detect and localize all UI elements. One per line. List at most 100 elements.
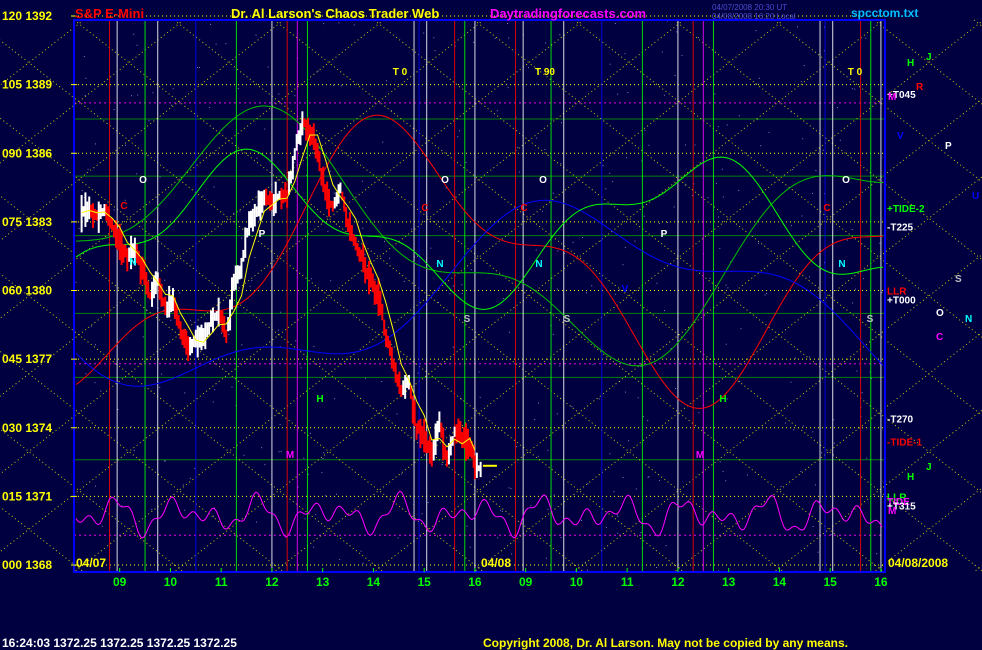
background-dot: [717, 126, 719, 128]
background-dot: [507, 23, 508, 24]
background-dot: [83, 56, 85, 58]
background-dot: [210, 23, 212, 25]
date-label-end: 04/08/2008: [888, 556, 948, 570]
y-axis-label: 075 1383: [2, 215, 52, 229]
background-dot: [622, 477, 624, 478]
y-axis-label: 105 1389: [2, 78, 52, 92]
background-dot: [353, 24, 355, 26]
background-dot: [163, 460, 165, 462]
background-dot: [300, 367, 302, 369]
background-dot: [642, 416, 644, 418]
background-dot: [852, 88, 854, 90]
background-dot: [530, 505, 532, 507]
background-dot: [856, 370, 858, 372]
right-marker-label: -TIDE-1: [887, 437, 922, 448]
background-dot: [214, 389, 216, 391]
background-dot: [417, 372, 419, 374]
chart-letter: N: [436, 259, 443, 270]
background-dot: [184, 392, 186, 394]
background-dot: [715, 182, 717, 184]
background-dot: [278, 451, 280, 453]
background-dot: [215, 43, 217, 45]
chart-letter: T 90: [535, 67, 555, 78]
background-dot: [876, 553, 878, 555]
filename-label: spcctom.txt: [851, 6, 919, 20]
background-dot: [833, 442, 835, 444]
background-dot: [278, 93, 280, 95]
chart-letter: O: [441, 175, 449, 186]
background-dot: [656, 567, 657, 568]
chart-letter: C: [120, 201, 127, 212]
background-dot: [534, 418, 536, 420]
background-dot: [809, 276, 810, 278]
background-dot: [644, 129, 646, 131]
background-dot: [313, 346, 315, 347]
background-dot: [564, 252, 566, 254]
chart-letter: M: [696, 450, 704, 461]
background-dot: [117, 409, 119, 410]
background-dot: [322, 458, 324, 459]
x-axis-label: 16: [874, 575, 888, 589]
background-dot: [854, 288, 856, 290]
background-dot: [494, 476, 496, 477]
background-dot: [582, 237, 583, 238]
background-dot: [470, 269, 472, 271]
background-dot: [557, 250, 559, 252]
background-dot: [148, 120, 150, 122]
chart-letter: C: [421, 203, 428, 214]
right-marker-label: +TIDE-2: [887, 204, 925, 215]
y-axis-label: 015 1371: [2, 489, 52, 503]
background-dot: [656, 282, 658, 284]
planet-label: M: [888, 506, 896, 517]
background-dot: [561, 122, 562, 124]
background-dot: [202, 195, 204, 197]
background-dot: [94, 382, 96, 384]
background-dot: [647, 476, 649, 478]
background-dot: [184, 509, 186, 511]
background-dot: [364, 253, 366, 255]
symbol-label: S&P E-Mini: [75, 6, 145, 21]
background-dot: [725, 284, 727, 286]
background-dot: [507, 87, 509, 89]
background-dot: [469, 546, 471, 548]
x-axis-label: 15: [823, 575, 837, 589]
background-dot: [433, 37, 435, 39]
background-dot: [802, 425, 804, 427]
background-dot: [791, 225, 792, 227]
background-dot: [851, 229, 853, 230]
background-dot: [809, 356, 810, 358]
background-dot: [837, 107, 838, 109]
background-dot: [615, 293, 617, 295]
background-dot: [100, 390, 102, 392]
background-dot: [675, 388, 677, 389]
background-dot: [434, 50, 436, 52]
background-dot: [792, 169, 793, 171]
background-dot: [755, 30, 757, 32]
background-dot: [516, 146, 518, 148]
background-dot: [605, 188, 607, 190]
background-dot: [384, 241, 385, 242]
chart-letter: T 0: [393, 67, 408, 78]
website-link[interactable]: Daytradingforecasts.com: [490, 6, 646, 21]
background-dot: [661, 51, 663, 53]
background-dot: [613, 491, 615, 493]
background-dot: [159, 386, 161, 388]
background-dot: [251, 495, 253, 497]
background-dot: [556, 413, 558, 415]
background-dot: [694, 144, 696, 146]
background-dot: [241, 344, 243, 346]
background-dot: [552, 192, 554, 194]
background-dot: [861, 392, 863, 394]
background-dot: [494, 37, 496, 39]
background-dot: [365, 206, 367, 208]
background-dot: [727, 287, 729, 289]
background-dot: [725, 343, 727, 345]
background-dot: [321, 472, 323, 474]
background-dot: [854, 88, 856, 90]
background-dot: [502, 298, 504, 300]
background-dot: [659, 223, 660, 224]
x-axis-label: 12: [671, 575, 685, 589]
background-dot: [81, 190, 83, 192]
background-dot: [389, 257, 391, 259]
background-dot: [209, 106, 211, 108]
